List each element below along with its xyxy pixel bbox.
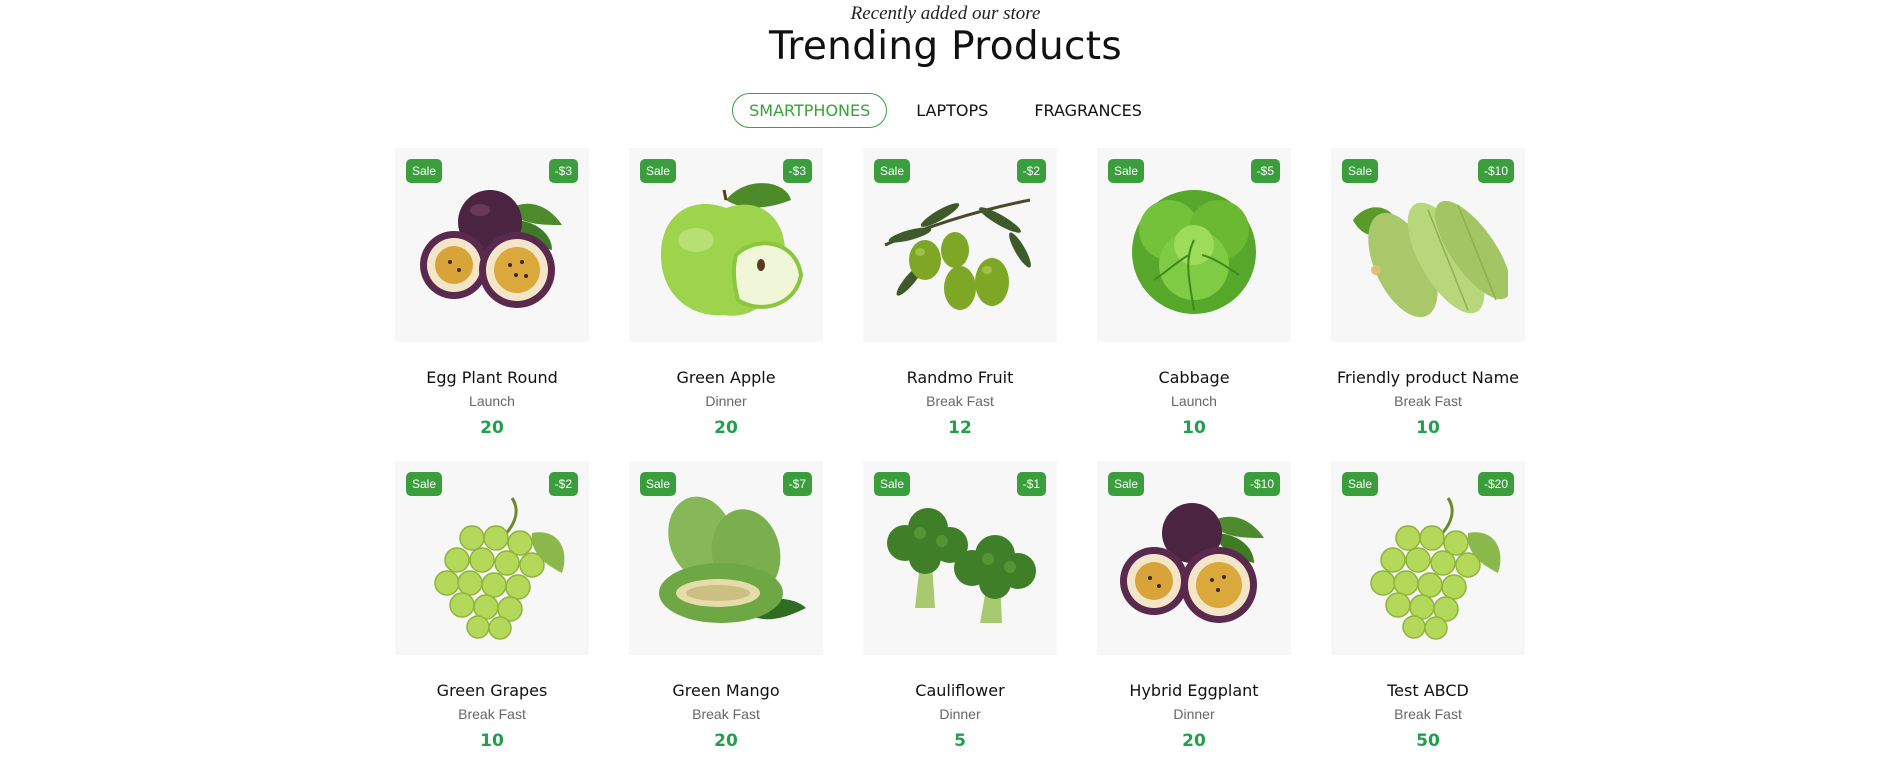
product-name[interactable]: Egg Plant Round (395, 368, 589, 387)
product-image[interactable]: Sale -$20 (1331, 461, 1525, 655)
product-price: 20 (714, 731, 738, 751)
olives-icon (884, 198, 1031, 310)
product-category: Launch (469, 393, 515, 409)
product-price: 20 (1182, 731, 1206, 751)
product-price: 50 (1416, 731, 1440, 751)
product-image[interactable]: Sale -$3 (395, 148, 589, 342)
product-category: Dinner (939, 706, 981, 722)
product-name[interactable]: Hybrid Eggplant (1097, 681, 1291, 700)
category-tabs: SMARTPHONES LAPTOPS FRAGRANCES (0, 93, 1891, 128)
passion-fruit-icon (420, 190, 562, 308)
product-card[interactable]: Sale -$1 Cauliflower Dinner 5 (863, 461, 1057, 774)
grapes-icon (1370, 497, 1501, 640)
product-card[interactable]: Sale -$10 Friendly product Name Break Fa… (1331, 148, 1525, 461)
product-category: Break Fast (692, 706, 760, 722)
product-name[interactable]: Friendly product Name (1331, 368, 1525, 387)
product-category: Dinner (705, 393, 747, 409)
mango-icon (659, 496, 806, 623)
section-title: Trending Products (769, 24, 1122, 69)
product-image[interactable]: Sale -$5 (1097, 148, 1291, 342)
product-card[interactable]: Sale -$3 Green Apple Dinner 20 (629, 148, 823, 461)
product-card[interactable]: Sale -$20 Test ABCD Break Fast 50 (1331, 461, 1525, 774)
tab-laptops[interactable]: LAPTOPS (899, 93, 1005, 128)
product-price: 10 (1416, 418, 1440, 438)
product-name[interactable]: Cabbage (1097, 368, 1291, 387)
product-image[interactable]: Sale -$2 (395, 461, 589, 655)
product-card[interactable]: Sale -$2 Green Grapes Break Fast 10 (395, 461, 589, 774)
product-card[interactable]: Sale -$2 Randmo Fruit Break Fast 12 (863, 148, 1057, 461)
green-apple-icon (661, 183, 804, 316)
product-image[interactable]: Sale -$1 (863, 461, 1057, 655)
product-name[interactable]: Cauliflower (863, 681, 1057, 700)
grapes-icon (434, 497, 565, 640)
product-name[interactable]: Green Grapes (395, 681, 589, 700)
product-card[interactable]: Sale -$3 Egg Plant Round Launch 20 (395, 148, 589, 461)
product-card[interactable]: Sale -$5 Cabbage Launch 10 (1097, 148, 1291, 461)
tab-smartphones[interactable]: SMARTPHONES (732, 93, 888, 128)
broccoli-icon (887, 508, 1036, 623)
section-subtitle: Recently added our store (850, 3, 1041, 24)
product-grid: Sale -$3 Egg Plant Round Launch 20 Sale (395, 148, 1525, 774)
tab-fragrances[interactable]: FRAGRANCES (1017, 93, 1159, 128)
product-image[interactable]: Sale -$10 (1331, 148, 1525, 342)
product-price: 20 (480, 418, 504, 438)
product-price: 12 (948, 418, 972, 438)
product-image[interactable]: Sale -$2 (863, 148, 1057, 342)
product-category: Break Fast (1394, 706, 1462, 722)
product-category: Break Fast (458, 706, 526, 722)
product-price: 20 (714, 418, 738, 438)
product-name[interactable]: Green Mango (629, 681, 823, 700)
product-image[interactable]: Sale -$3 (629, 148, 823, 342)
product-name[interactable]: Randmo Fruit (863, 368, 1057, 387)
product-name[interactable]: Test ABCD (1331, 681, 1525, 700)
passion-fruit-icon (1120, 503, 1264, 623)
product-category: Break Fast (926, 393, 994, 409)
product-card[interactable]: Sale -$7 Green Mango Break Fast 20 (629, 461, 823, 774)
product-category: Dinner (1173, 706, 1215, 722)
product-image[interactable]: Sale -$7 (629, 461, 823, 655)
cabbage-icon (1132, 190, 1256, 314)
zucchini-icon (1353, 200, 1508, 318)
product-price: 10 (1182, 418, 1206, 438)
product-image[interactable]: Sale -$10 (1097, 461, 1291, 655)
product-name[interactable]: Green Apple (629, 368, 823, 387)
product-price: 10 (480, 731, 504, 751)
product-card[interactable]: Sale -$10 Hybrid Eggplant Dinner 20 (1097, 461, 1291, 774)
product-category: Launch (1171, 393, 1217, 409)
product-category: Break Fast (1394, 393, 1462, 409)
product-price: 5 (954, 731, 966, 751)
